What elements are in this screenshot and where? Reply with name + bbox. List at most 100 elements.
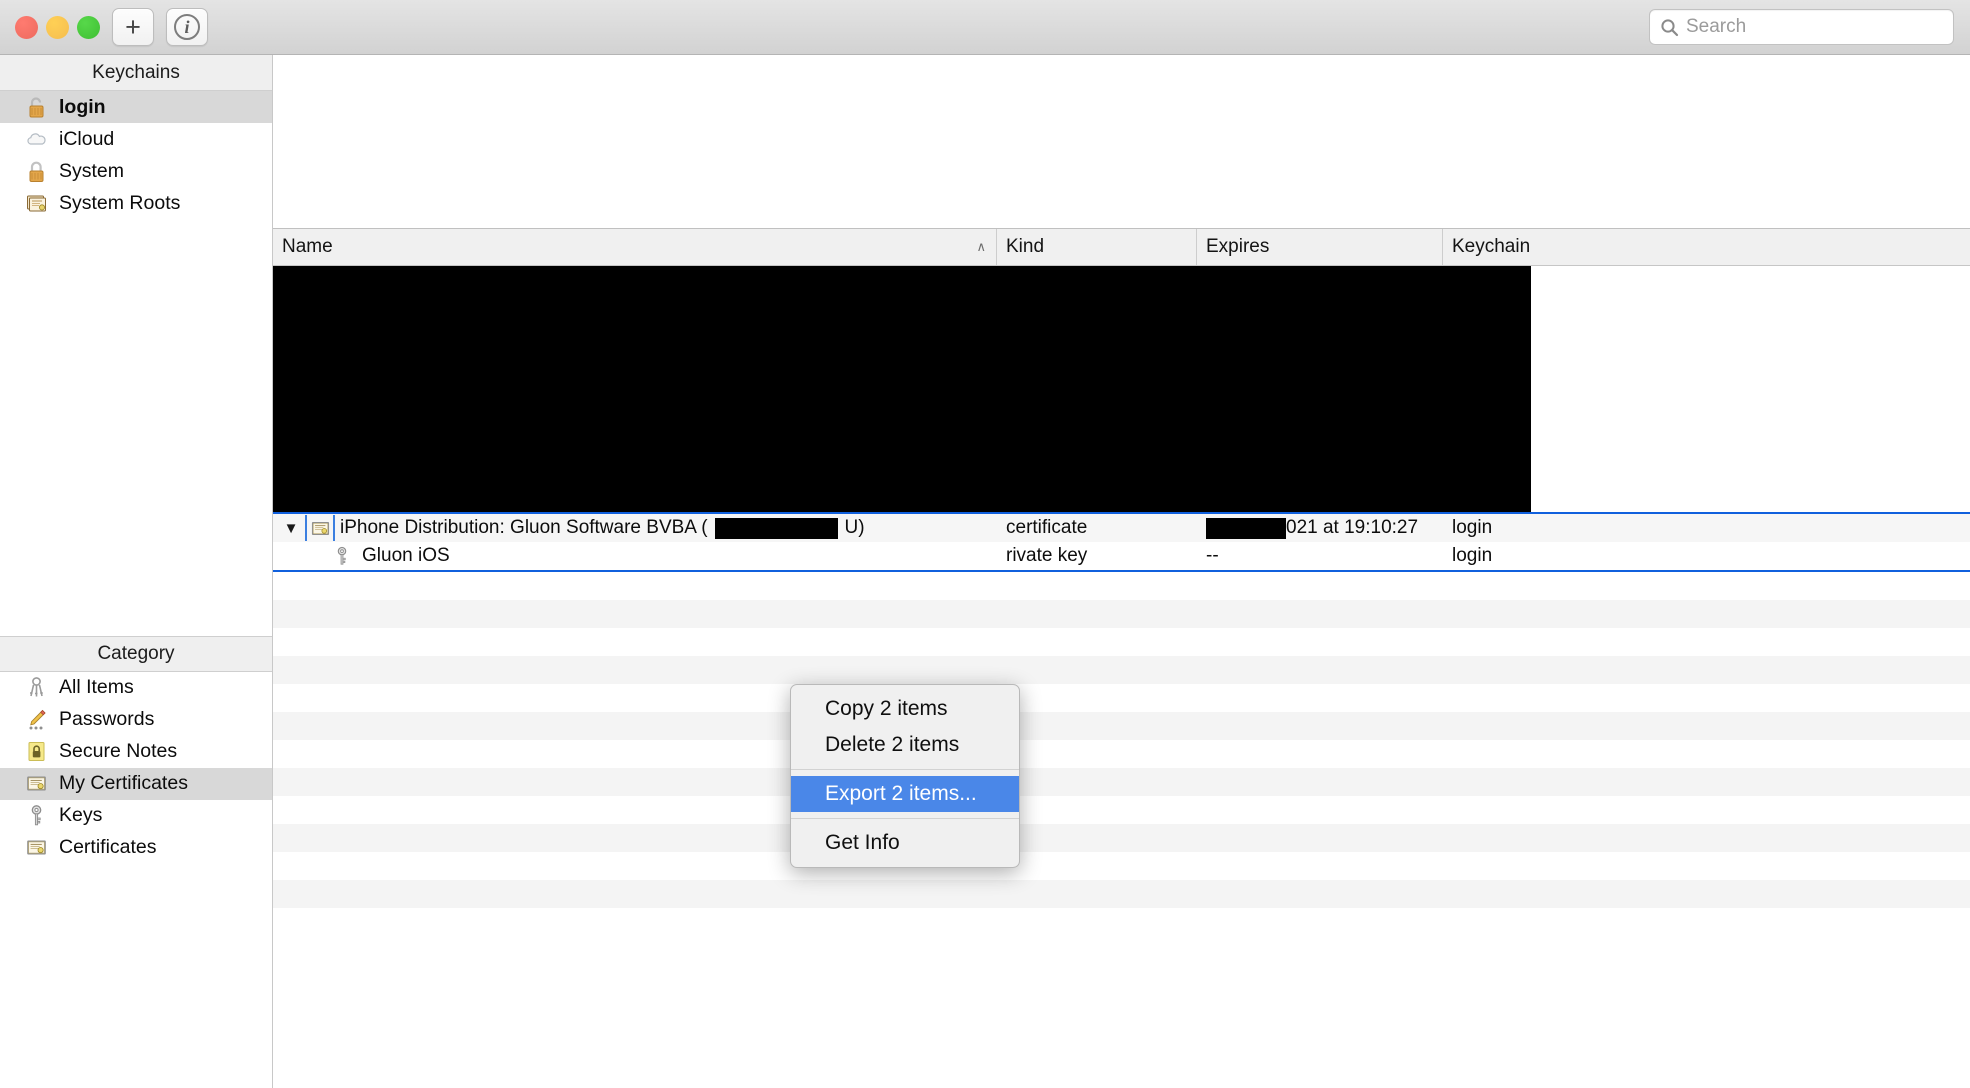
sidebar-item-keys[interactable]: Keys	[0, 800, 272, 832]
column-header-kind[interactable]: Kind	[997, 229, 1197, 265]
sidebar-item-icloud[interactable]: iCloud	[0, 123, 272, 155]
cell-expires: 021 at 19:10:27	[1197, 517, 1443, 539]
context-menu-item-get-info[interactable]: Get Info	[791, 825, 1019, 861]
empty-row	[273, 600, 1970, 628]
locked-padlock-icon	[24, 159, 49, 184]
keychains-section-header: Keychains	[0, 55, 272, 91]
empty-row	[273, 880, 1970, 908]
sidebar-item-label: Certificates	[59, 836, 157, 858]
table-row[interactable]: Gluon iOS rivate key -- login	[273, 542, 1970, 570]
key-icon	[24, 803, 49, 828]
search-field[interactable]	[1649, 9, 1954, 45]
category-list: All Items Passwords Secure Notes My Cert…	[0, 671, 272, 1088]
add-keychain-item-button[interactable]: +	[112, 8, 154, 46]
sort-ascending-icon: ∧	[976, 239, 986, 254]
sidebar-item-label: Passwords	[59, 708, 155, 730]
keyring-icon	[24, 675, 49, 700]
redacted-expiry-date	[1206, 517, 1286, 539]
sidebar: Keychains login iCloud System System Roo…	[0, 55, 273, 1088]
key-icon	[329, 543, 355, 569]
empty-row	[273, 852, 1970, 880]
sidebar-item-label: All Items	[59, 676, 134, 698]
cell-keychain: login	[1452, 517, 1493, 538]
column-header-label: Name	[282, 236, 333, 257]
sidebar-item-my-certificates[interactable]: My Certificates	[0, 767, 272, 800]
sidebar-item-login[interactable]: login	[0, 91, 272, 123]
empty-row	[273, 712, 1970, 740]
sidebar-item-passwords[interactable]: Passwords	[0, 704, 272, 736]
window-toolbar: + i	[0, 0, 1970, 55]
selected-items-group: ▼ iPhone Distribution: Gluon Software BV…	[273, 512, 1970, 572]
expiry-text: 021 at 19:10:27	[1286, 517, 1419, 538]
item-info-button[interactable]: i	[166, 8, 208, 46]
unlocked-padlock-icon	[24, 95, 49, 120]
empty-row	[273, 572, 1970, 600]
zoom-window-button[interactable]	[77, 15, 100, 39]
empty-row	[273, 768, 1970, 796]
column-header-name[interactable]: Name ∧	[273, 229, 997, 265]
items-table: ▼ iPhone Distribution: Gluon Software BV…	[273, 266, 1970, 1088]
certificate-name: iPhone Distribution: Gluon Software BVBA…	[340, 517, 708, 538]
column-header-label: Kind	[1006, 236, 1045, 257]
empty-row	[273, 656, 1970, 684]
search-icon	[1660, 18, 1679, 37]
context-menu-separator	[791, 769, 1019, 770]
sidebar-item-certificates[interactable]: Certificates	[0, 832, 272, 864]
sidebar-item-label: System	[59, 159, 125, 182]
close-window-button[interactable]	[15, 15, 38, 39]
cell-name: Gluon iOS	[273, 543, 997, 569]
empty-row	[273, 684, 1970, 712]
sidebar-item-label: My Certificates	[59, 772, 188, 794]
keychains-list: login iCloud System System Roots	[0, 91, 272, 219]
sidebar-item-all-items[interactable]: All Items	[0, 672, 272, 704]
sidebar-item-system[interactable]: System	[0, 155, 272, 187]
column-header-label: Keychain	[1452, 236, 1531, 257]
certificate-icon	[24, 771, 49, 796]
empty-row	[273, 824, 1970, 852]
category-section-header: Category	[0, 635, 272, 672]
minimize-window-button[interactable]	[46, 15, 69, 39]
sidebar-item-label: System Roots	[59, 191, 181, 214]
private-key-name: Gluon iOS	[362, 545, 450, 566]
cell-name: ▼ iPhone Distribution: Gluon Software BV…	[273, 515, 997, 541]
empty-row	[273, 628, 1970, 656]
cloud-icon	[24, 127, 49, 152]
search-input[interactable]	[1686, 16, 1943, 38]
certificate-icon	[24, 835, 49, 860]
certificate-icon	[305, 515, 335, 541]
cell-expires: --	[1206, 545, 1219, 566]
plus-icon: +	[125, 11, 141, 42]
cell-kind: rivate key	[1006, 545, 1088, 566]
empty-row	[273, 740, 1970, 768]
redacted-team-id	[714, 517, 838, 539]
main-content: Name ∧ Kind Expires Keychain ▼ iPhone Di…	[273, 55, 1970, 1088]
sidebar-item-label: Secure Notes	[59, 740, 178, 762]
context-menu-item-delete[interactable]: Delete 2 items	[791, 727, 1019, 763]
keychain-access-window: + i Keychains	[0, 0, 1970, 1088]
window-controls	[0, 15, 100, 39]
item-preview-pane	[273, 55, 1970, 229]
column-header-expires[interactable]: Expires	[1197, 229, 1443, 265]
context-menu-item-export[interactable]: Export 2 items...	[791, 776, 1019, 812]
sidebar-item-label: iCloud	[59, 127, 115, 150]
redacted-rows-block	[273, 266, 1531, 512]
sidebar-item-secure-notes[interactable]: Secure Notes	[0, 736, 272, 768]
cell-kind: certificate	[1006, 517, 1088, 538]
pencil-icon	[24, 707, 49, 732]
table-row[interactable]: ▼ iPhone Distribution: Gluon Software BV…	[273, 514, 1970, 542]
info-icon: i	[174, 14, 200, 40]
cell-keychain: login	[1452, 545, 1493, 566]
empty-row	[273, 796, 1970, 824]
sidebar-item-system-roots[interactable]: System Roots	[0, 187, 272, 219]
context-menu: Copy 2 items Delete 2 items Export 2 ite…	[790, 684, 1020, 868]
certificate-name-suffix: U)	[844, 517, 865, 538]
certificate-stack-icon	[24, 191, 49, 216]
table-column-headers: Name ∧ Kind Expires Keychain	[273, 229, 1970, 266]
context-menu-item-copy[interactable]: Copy 2 items	[791, 691, 1019, 727]
column-header-keychain[interactable]: Keychain	[1443, 229, 1970, 265]
secure-note-icon	[24, 739, 49, 764]
column-header-label: Expires	[1206, 236, 1270, 257]
disclosure-triangle-icon[interactable]: ▼	[282, 520, 300, 537]
sidebar-item-label: login	[59, 95, 106, 118]
